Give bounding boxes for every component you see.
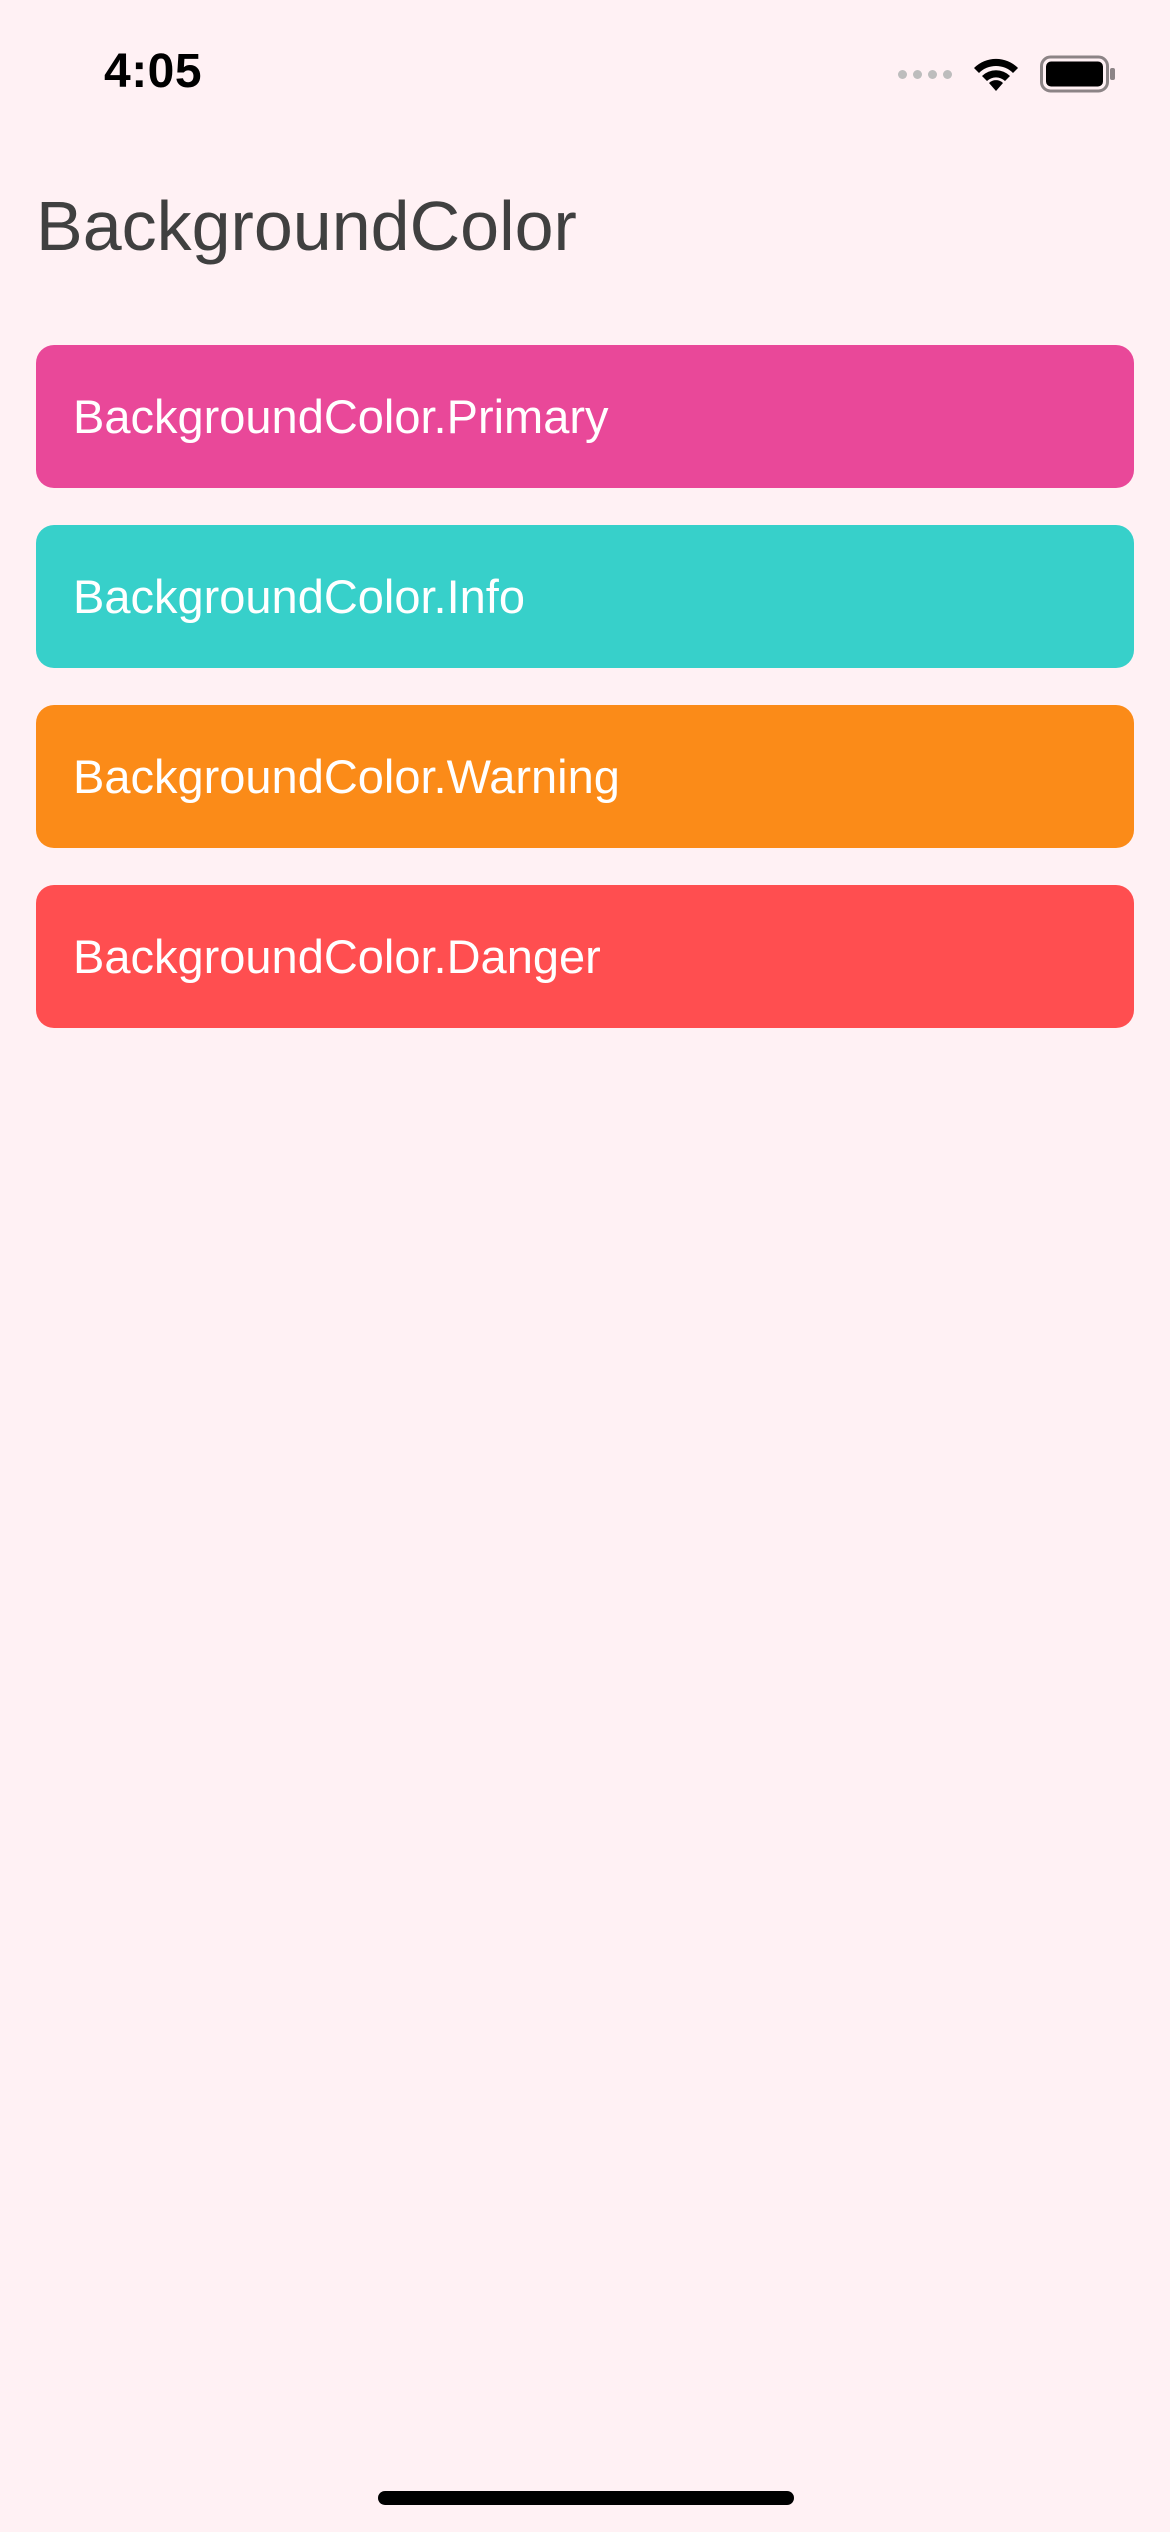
home-indicator[interactable] <box>378 2491 794 2505</box>
primary-button-label: BackgroundColor.Primary <box>73 390 609 443</box>
info-button-label: BackgroundColor.Info <box>73 570 526 623</box>
page-title: BackgroundColor <box>36 187 577 265</box>
primary-button[interactable]: BackgroundColor.Primary <box>36 345 1134 488</box>
danger-button[interactable]: BackgroundColor.Danger <box>36 885 1134 1028</box>
cellular-signal-icon <box>898 69 952 79</box>
status-bar: 4:05 <box>0 0 1170 150</box>
warning-button[interactable]: BackgroundColor.Warning <box>36 705 1134 848</box>
danger-button-label: BackgroundColor.Danger <box>73 930 601 983</box>
wifi-icon <box>974 58 1018 91</box>
button-list: BackgroundColor.Primary BackgroundColor.… <box>36 345 1134 1028</box>
warning-button-label: BackgroundColor.Warning <box>73 750 620 803</box>
battery-icon <box>1040 55 1115 93</box>
status-icons <box>898 52 1116 96</box>
info-button[interactable]: BackgroundColor.Info <box>36 525 1134 668</box>
status-time: 4:05 <box>104 45 203 98</box>
